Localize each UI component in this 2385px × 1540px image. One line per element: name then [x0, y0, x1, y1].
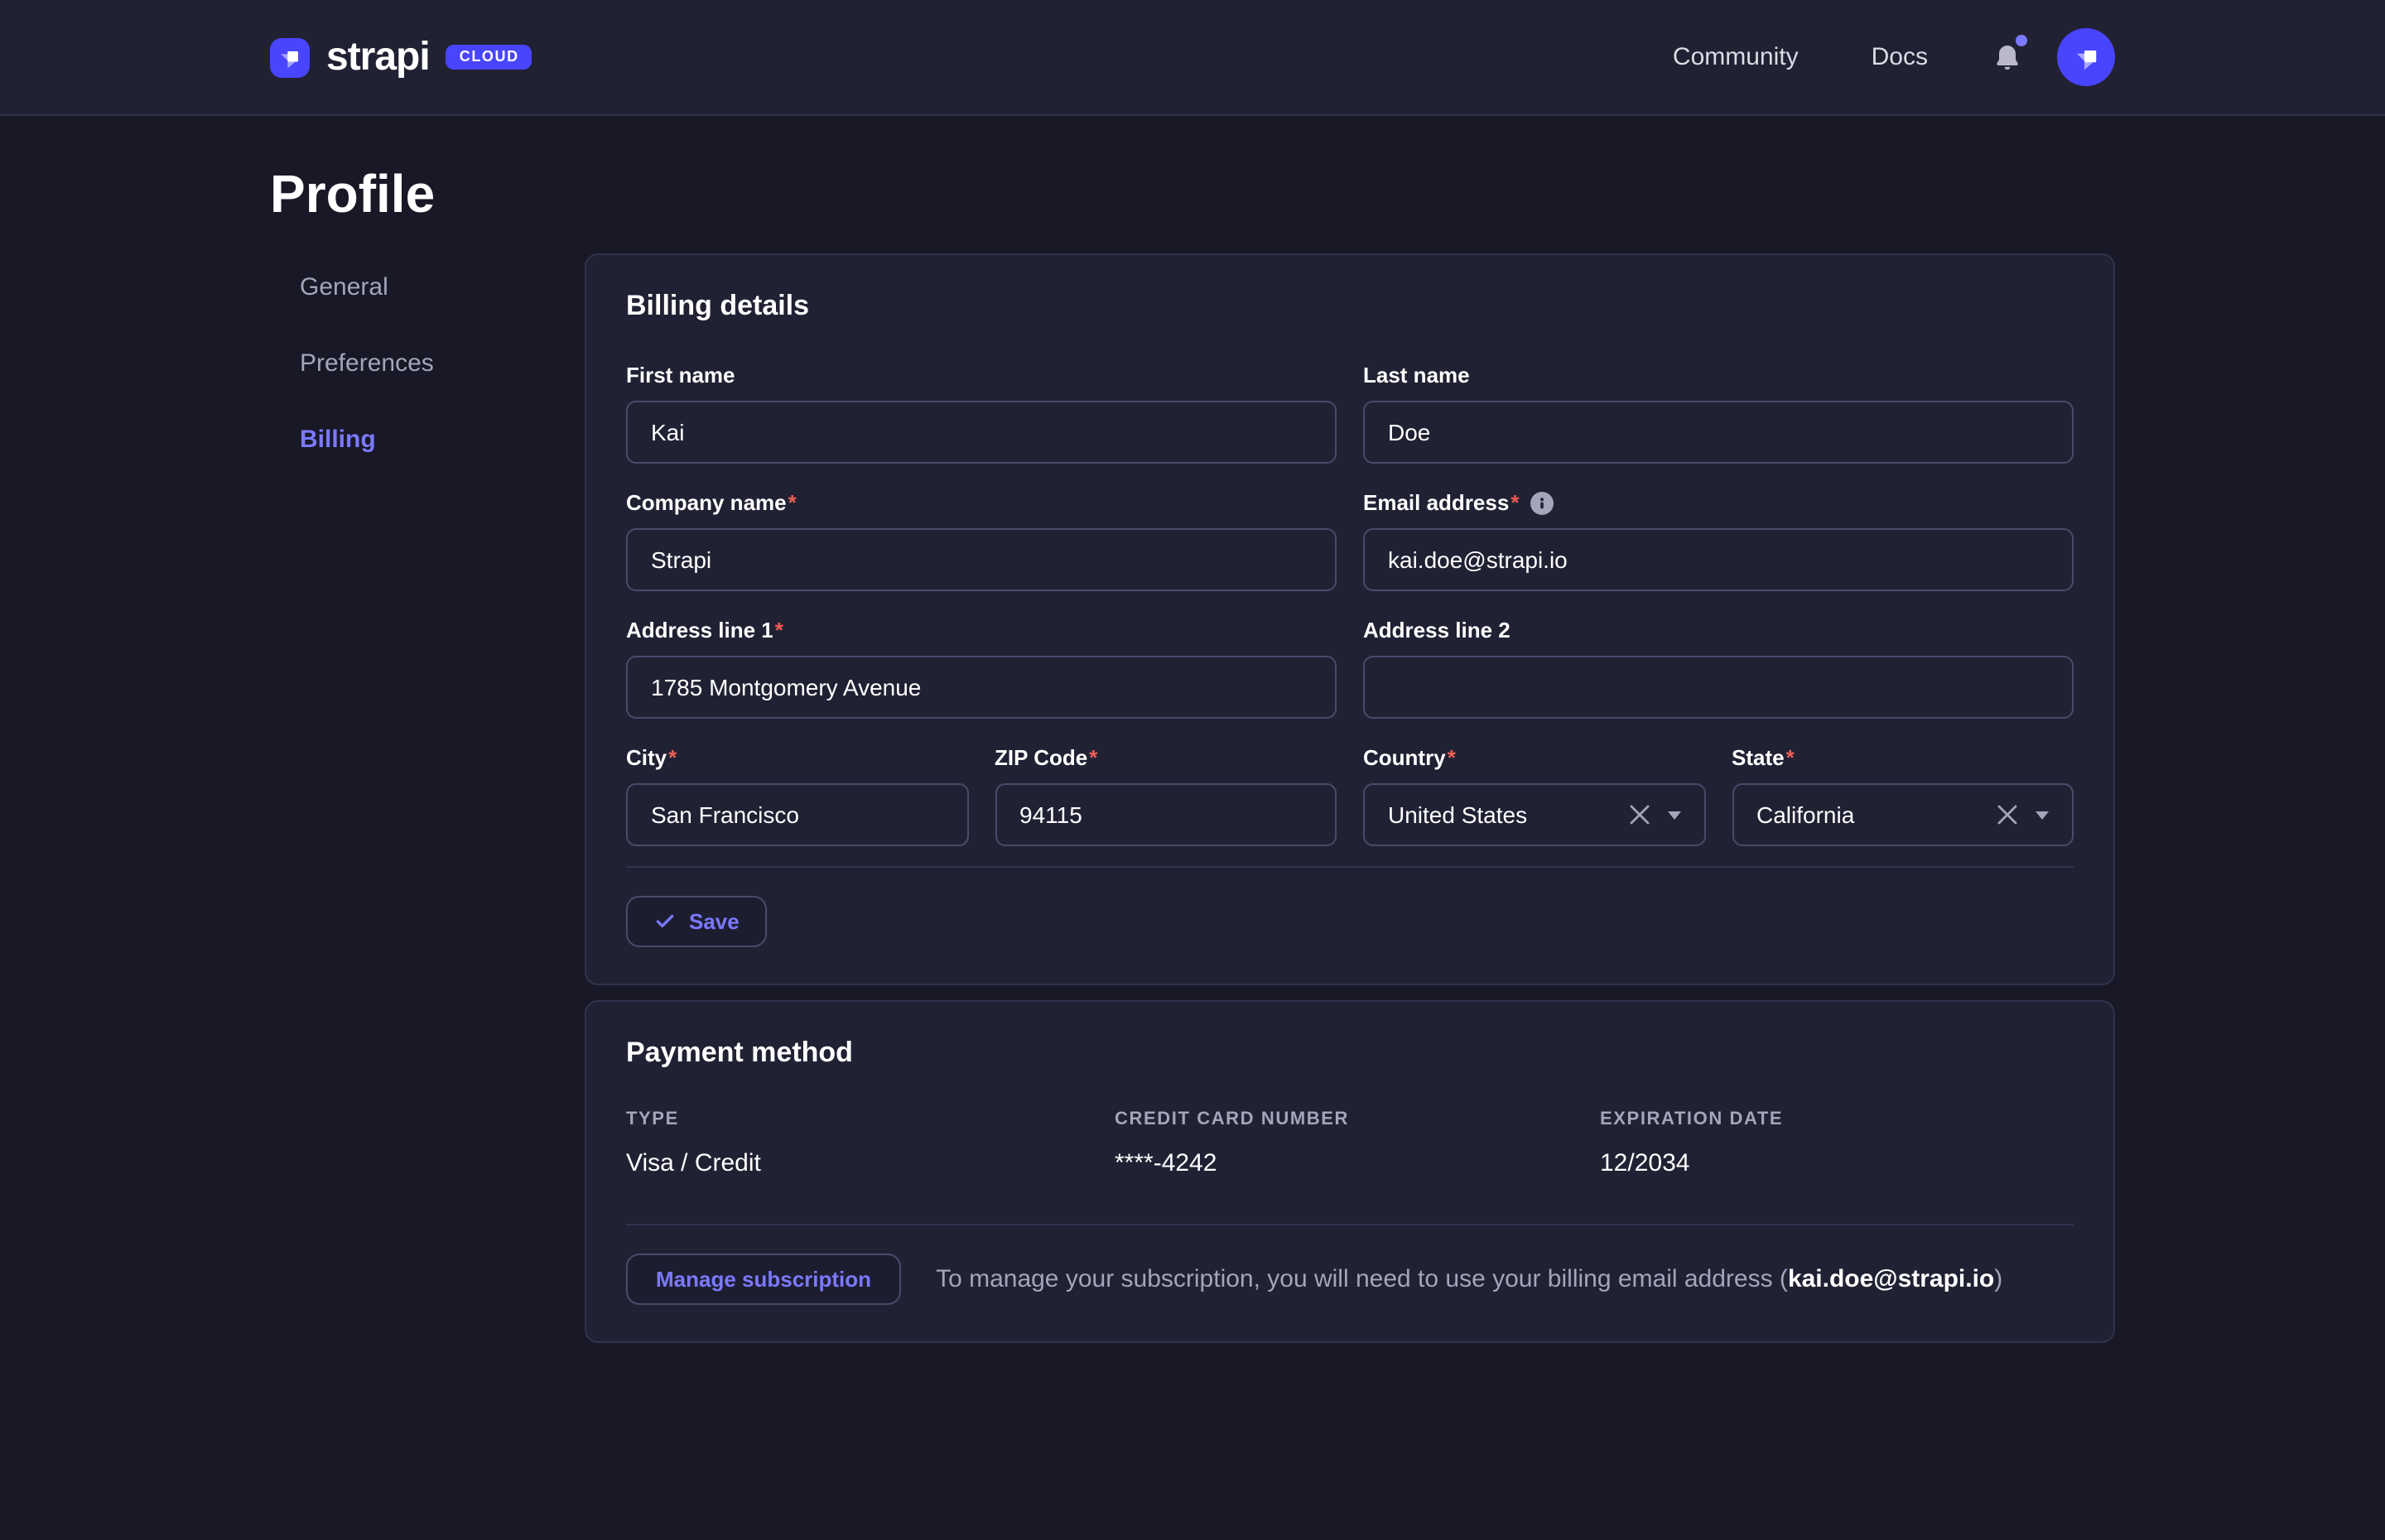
company-name-field-group: Company name* [626, 490, 1337, 591]
manage-subscription-button[interactable]: Manage subscription [626, 1254, 901, 1305]
payment-expiration-value: 12/2034 [1600, 1149, 2074, 1179]
profile-sidebar: General Preferences Billing [270, 253, 585, 1343]
country-value: United States [1388, 801, 1627, 828]
city-field-group: City* [626, 745, 968, 846]
city-label: City* [626, 745, 968, 772]
chevron-down-icon [2036, 811, 2049, 819]
strapi-cloud-app: strapi CLOUD Community Docs [0, 0, 2385, 1540]
address2-field-group: Address line 2 [1363, 618, 2074, 719]
billing-details-title: Billing details [626, 291, 2074, 320]
sidebar-item-preferences[interactable]: Preferences [300, 349, 585, 379]
clear-icon[interactable] [1996, 803, 2019, 826]
brand-name: strapi [326, 34, 430, 80]
last-name-field-group: Last name [1363, 363, 2074, 464]
email-field-group: Email address* [1363, 490, 2074, 591]
first-name-label: First name [626, 363, 1337, 389]
nav-docs-link[interactable]: Docs [1872, 43, 1928, 71]
clear-icon[interactable] [1627, 803, 1650, 826]
first-name-field-group: First name [626, 363, 1337, 464]
last-name-input[interactable] [1363, 401, 2074, 464]
payment-card-number-col: CREDIT CARD NUMBER ****-4242 [1115, 1109, 1600, 1179]
company-name-label: Company name* [626, 490, 1337, 517]
city-zip-row: City* ZIP Code* [626, 745, 1337, 846]
avatar-strapi-icon [2071, 42, 2101, 72]
country-field-group: Country* United States [1363, 745, 1705, 846]
billing-form: First name Last name [626, 363, 2074, 846]
last-name-label: Last name [1363, 363, 2074, 389]
company-name-input[interactable] [626, 528, 1337, 591]
email-label: Email address* [1363, 490, 2074, 517]
payment-type-value: Visa / Credit [626, 1149, 1115, 1179]
page-title: Profile [270, 161, 2115, 227]
billing-details-card: Billing details First name Last name [585, 253, 2115, 985]
check-icon [654, 911, 676, 932]
cloud-badge: CLOUD [446, 45, 532, 70]
state-value: California [1756, 801, 1996, 828]
payment-expiration-label: EXPIRATION DATE [1600, 1109, 2074, 1131]
payment-expiration-col: EXPIRATION DATE 12/2034 [1600, 1109, 2074, 1179]
manage-subscription-note: To manage your subscription, you will ne… [936, 1265, 2002, 1293]
email-input[interactable] [1363, 528, 2074, 591]
sidebar-item-general[interactable]: General [300, 273, 585, 303]
first-name-input[interactable] [626, 401, 1337, 464]
top-nav: Community Docs [1673, 28, 2115, 86]
sidebar-item-billing[interactable]: Billing [300, 426, 585, 455]
zip-label: ZIP Code* [995, 745, 1337, 772]
card-divider [626, 1224, 2074, 1225]
profile-page: Profile General Preferences Billing Bill… [0, 161, 2385, 1343]
notifications-button[interactable] [1991, 39, 2024, 75]
state-field-group: State* California [1732, 745, 2074, 846]
main-content: Billing details First name Last name [585, 253, 2115, 1343]
info-icon[interactable] [1530, 492, 1554, 515]
payment-actions-row: Manage subscription To manage your subsc… [626, 1254, 2074, 1305]
payment-type-col: TYPE Visa / Credit [626, 1109, 1115, 1179]
zip-input[interactable] [995, 783, 1337, 846]
payment-info-row: TYPE Visa / Credit CREDIT CARD NUMBER **… [626, 1109, 2074, 1179]
payment-card-number-value: ****-4242 [1115, 1149, 1600, 1179]
user-avatar[interactable] [2057, 28, 2115, 86]
card-divider [626, 866, 2074, 868]
chevron-down-icon [1667, 811, 1680, 819]
zip-field-group: ZIP Code* [995, 745, 1337, 846]
state-combobox[interactable]: California [1732, 783, 2074, 846]
country-label: Country* [1363, 745, 1705, 772]
billing-email: kai.doe@strapi.io [1788, 1265, 1994, 1293]
address1-input[interactable] [626, 656, 1337, 719]
nav-community-link[interactable]: Community [1673, 43, 1799, 71]
payment-method-title: Payment method [626, 1038, 2074, 1066]
payment-card-number-label: CREDIT CARD NUMBER [1115, 1109, 1600, 1131]
payment-method-card: Payment method TYPE Visa / Credit CREDIT… [585, 1000, 2115, 1343]
address1-field-group: Address line 1* [626, 618, 1337, 719]
country-combobox[interactable]: United States [1363, 783, 1705, 846]
strapi-logo-icon [270, 37, 310, 77]
notification-dot [2016, 34, 2027, 46]
country-state-row: Country* United States [1363, 745, 2074, 846]
payment-type-label: TYPE [626, 1109, 1115, 1131]
address1-label: Address line 1* [626, 618, 1337, 644]
brand[interactable]: strapi CLOUD [270, 34, 532, 80]
address2-input[interactable] [1363, 656, 2074, 719]
save-button[interactable]: Save [626, 896, 768, 947]
city-input[interactable] [626, 783, 968, 846]
top-bar: strapi CLOUD Community Docs [0, 0, 2385, 116]
address2-label: Address line 2 [1363, 618, 2074, 644]
state-label: State* [1732, 745, 2074, 772]
